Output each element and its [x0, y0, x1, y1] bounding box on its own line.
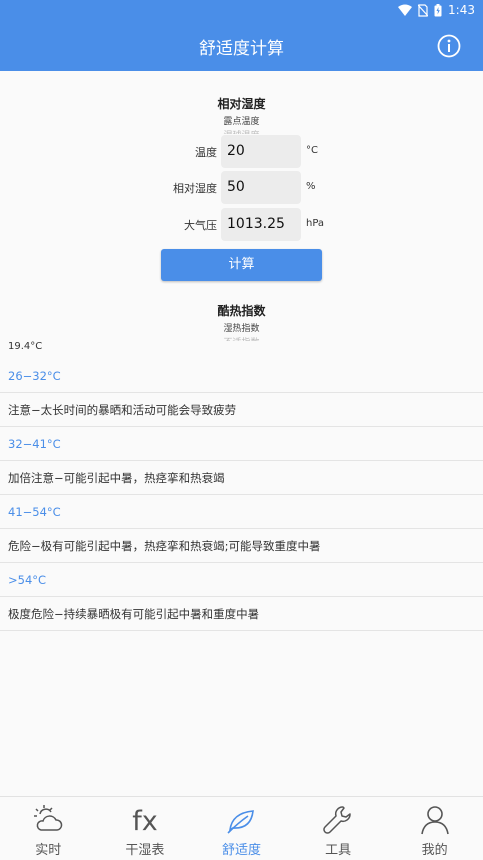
- result-value: 19.4°C: [8, 341, 43, 352]
- main-content: 相对湿度 露点温度 湿球温度 温度 °C 相对湿度 % 大气压 hPa 计算 酷…: [0, 71, 483, 796]
- range-row: >54°C: [0, 563, 483, 597]
- temperature-input[interactable]: [227, 143, 297, 159]
- picker-option: 湿热指数: [223, 324, 260, 334]
- svg-text:fx: fx: [132, 806, 158, 837]
- nav-label-realtime: 实时: [35, 843, 62, 858]
- app-bar: 舒适度计算: [0, 22, 483, 71]
- weather-icon: [34, 805, 63, 831]
- status-bar: 1:43: [0, 0, 483, 22]
- nav-item-comfort[interactable]: 舒适度: [193, 797, 290, 860]
- range-row: 26−32°C: [0, 359, 483, 393]
- range-row: 41−54°C: [0, 495, 483, 529]
- nav-label-me: 我的: [421, 843, 448, 858]
- page-title: 舒适度计算: [199, 39, 284, 59]
- description-row: 注意−太长时间的暴晒和活动可能会导致疲劳: [0, 393, 483, 427]
- humidity-input[interactable]: [227, 179, 297, 195]
- nav-item-realtime[interactable]: 实时: [0, 797, 97, 860]
- humidity-unit: %: [306, 181, 316, 192]
- temperature-field[interactable]: [221, 135, 301, 168]
- fx-icon: fx: [132, 806, 158, 837]
- temperature-label: 温度: [195, 146, 217, 159]
- humidity-field[interactable]: [221, 171, 301, 204]
- description-row: 极度危险−持续暴晒极有可能引起中暑和重度中暑: [0, 597, 483, 631]
- info-icon[interactable]: [437, 34, 461, 58]
- description-row: 加倍注意−可能引起中暑，热痉挛和热衰竭: [0, 461, 483, 495]
- wifi-icon: [398, 4, 413, 16]
- nav-item-tools[interactable]: 工具: [290, 797, 387, 860]
- wrench-icon: [323, 806, 351, 834]
- status-time: 1:43: [448, 3, 475, 17]
- pressure-label: 大气压: [184, 219, 217, 232]
- index-table: 26−32°C 注意−太长时间的暴晒和活动可能会导致疲劳 32−41°C 加倍注…: [0, 359, 483, 631]
- battery-icon: [434, 3, 442, 16]
- picker-selected: 酷热指数: [217, 304, 266, 318]
- picker-option: 湿球温度: [0, 128, 483, 134]
- picker-selected: 相对湿度: [217, 97, 266, 111]
- no-sim-icon: [418, 3, 429, 17]
- nav-label-psychrometer: 干湿表: [125, 843, 165, 858]
- temperature-row: 温度 °C: [0, 135, 483, 169]
- description-row: 危险−极有可能引起中暑，热痉挛和热衰竭;可能导致重度中暑: [0, 529, 483, 563]
- range-row: 32−41°C: [0, 427, 483, 461]
- humidity-label: 相对湿度: [173, 182, 217, 195]
- pressure-field[interactable]: [221, 208, 301, 241]
- pressure-row: 大气压 hPa: [0, 208, 483, 242]
- picker-option: 露点温度: [223, 117, 260, 127]
- humidity-row: 相对湿度 %: [0, 171, 483, 205]
- nav-item-me[interactable]: 我的: [386, 797, 483, 860]
- calculate-button[interactable]: 计算: [161, 249, 322, 281]
- nav-label-tools: 工具: [325, 843, 352, 858]
- input-mode-picker[interactable]: 相对湿度 露点温度 湿球温度: [0, 95, 483, 134]
- nav-label-comfort: 舒适度: [221, 843, 261, 858]
- temperature-unit: °C: [306, 145, 318, 156]
- bottom-nav: 实时 fx 干湿表 舒适度 工具 我的: [0, 796, 483, 860]
- index-picker[interactable]: 酷热指数 湿热指数 不适指数: [0, 302, 483, 341]
- pressure-input[interactable]: [227, 216, 297, 232]
- person-icon: [420, 806, 449, 835]
- picker-option: 不适指数: [0, 335, 483, 341]
- leaf-icon: [227, 810, 255, 834]
- nav-item-psychrometer[interactable]: fx 干湿表: [97, 797, 194, 860]
- pressure-unit: hPa: [306, 218, 325, 229]
